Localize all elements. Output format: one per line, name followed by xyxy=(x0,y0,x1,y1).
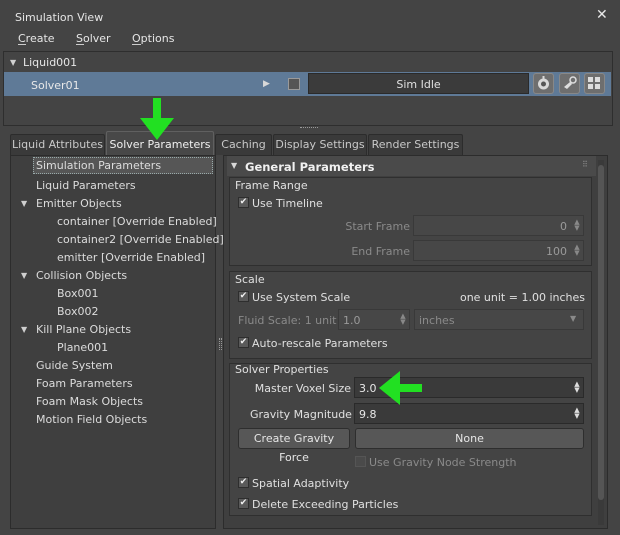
list-item-guide-system[interactable]: Guide System xyxy=(36,359,113,372)
expand-arrow-icon[interactable]: ▼ xyxy=(10,58,16,67)
auto-rescale-checkbox[interactable]: ✔ xyxy=(238,337,249,348)
gravity-magnitude-value: 9.8 xyxy=(359,408,377,421)
chevron-down-icon[interactable]: ▼ xyxy=(570,314,576,323)
list-item-container[interactable]: container [Override Enabled] xyxy=(57,215,217,228)
tree-item-liquid[interactable]: Liquid001 xyxy=(23,56,77,69)
use-gravity-node-strength-checkbox[interactable] xyxy=(355,456,366,467)
expand-arrow-icon[interactable]: ▼ xyxy=(21,325,27,334)
list-item-simulation-parameters[interactable]: Simulation Parameters xyxy=(33,157,213,174)
group-title: Scale xyxy=(235,273,265,286)
droplet-icon[interactable] xyxy=(533,73,554,94)
start-frame-label: Start Frame xyxy=(345,220,410,233)
gravity-magnitude-label: Gravity Magnitude xyxy=(250,408,352,421)
spinner-arrows-icon[interactable]: ▲ ▼ xyxy=(573,407,581,420)
wrench-icon[interactable] xyxy=(559,73,580,94)
checkbox-label: Use System Scale xyxy=(252,291,351,304)
grid-icon[interactable] xyxy=(584,73,605,94)
mnemonic-underline xyxy=(132,44,141,45)
annotation-arrow-left-icon xyxy=(378,370,424,409)
tab-caching[interactable]: Caching xyxy=(215,134,272,155)
close-icon[interactable]: ✕ xyxy=(596,8,608,22)
spatial-adaptivity-checkbox[interactable]: ✔ xyxy=(238,477,249,488)
fluid-scale-label: Fluid Scale: 1 unit = xyxy=(238,314,350,327)
checkbox-label: Use Gravity Node Strength xyxy=(369,456,517,469)
mnemonic-underline xyxy=(76,44,84,45)
group-title: Solver Properties xyxy=(235,363,329,376)
window-title: Simulation View xyxy=(15,11,104,24)
group-title: Frame Range xyxy=(235,179,308,192)
list-item-emitter-objects[interactable]: Emitter Objects xyxy=(36,197,122,210)
panel-splitter-handle[interactable] xyxy=(300,127,318,129)
list-item-liquid-parameters[interactable]: Liquid Parameters xyxy=(36,179,136,192)
spinner-arrows-icon[interactable]: ▲ ▼ xyxy=(573,219,581,232)
checkbox-label: Delete Exceeding Particles xyxy=(252,498,399,511)
sim-status-text: Sim Idle xyxy=(396,78,441,91)
checkbox-label: Spatial Adaptivity xyxy=(252,477,350,490)
solver-enable-checkbox[interactable] xyxy=(288,78,300,90)
spinner-arrows-icon[interactable]: ▲ ▼ xyxy=(573,244,581,257)
list-item-box002[interactable]: Box002 xyxy=(57,305,98,318)
use-timeline-checkbox[interactable]: ✔ xyxy=(238,197,249,208)
units-value: inches xyxy=(419,314,455,327)
expand-arrow-icon[interactable]: ▼ xyxy=(21,271,27,280)
play-icon[interactable]: ▶ xyxy=(263,79,270,89)
expand-arrow-icon[interactable]: ▼ xyxy=(21,199,27,208)
list-item-foam-parameters[interactable]: Foam Parameters xyxy=(36,377,133,390)
system-unit-text: one unit = 1.00 inches xyxy=(459,291,585,304)
create-gravity-force-button[interactable]: Create Gravity Force xyxy=(238,428,350,464)
tab-render-settings[interactable]: Render Settings xyxy=(368,134,463,155)
fluid-scale-value: 1.0 xyxy=(343,314,361,327)
tab-display-settings[interactable]: Display Settings xyxy=(273,134,367,155)
collapse-arrow-icon[interactable]: ▼ xyxy=(231,161,237,170)
rollout-title: General Parameters xyxy=(245,160,375,174)
parameter-list-panel xyxy=(10,155,216,529)
checkbox-label: Auto-rescale Parameters xyxy=(252,337,388,350)
list-item-collision-objects[interactable]: Collision Objects xyxy=(36,269,127,282)
list-item-emitter[interactable]: emitter [Override Enabled] xyxy=(57,251,205,264)
list-item-motion-field-objects[interactable]: Motion Field Objects xyxy=(36,413,147,426)
delete-exceeding-particles-checkbox[interactable]: ✔ xyxy=(238,498,249,509)
list-item-box001[interactable]: Box001 xyxy=(57,287,98,300)
use-system-scale-checkbox[interactable]: ✔ xyxy=(238,291,249,302)
annotation-arrow-down-icon xyxy=(138,98,176,145)
gravity-node-picker-button[interactable]: None xyxy=(355,428,584,449)
tree-item-solver-label: Solver01 xyxy=(31,79,80,92)
checkbox-label: Use Timeline xyxy=(252,197,323,210)
voxel-size-label: Master Voxel Size xyxy=(254,382,351,395)
start-frame-value: 0 xyxy=(560,220,567,233)
spinner-arrows-icon[interactable]: ▲ ▼ xyxy=(399,313,407,326)
list-item-kill-plane-objects[interactable]: Kill Plane Objects xyxy=(36,323,131,336)
spinner-arrows-icon[interactable]: ▲ ▼ xyxy=(573,381,581,394)
scrollbar-thumb[interactable] xyxy=(598,165,604,500)
list-item-container2[interactable]: container2 [Override Enabled] xyxy=(57,233,224,246)
end-frame-value: 100 xyxy=(546,245,567,258)
tab-liquid-attributes[interactable]: Liquid Attributes xyxy=(10,134,105,155)
vertical-splitter-handle[interactable] xyxy=(219,338,222,350)
list-item-plane001[interactable]: Plane001 xyxy=(57,341,108,354)
list-item-foam-mask-objects[interactable]: Foam Mask Objects xyxy=(36,395,143,408)
voxel-size-value: 3.0 xyxy=(359,382,377,395)
end-frame-label: End Frame xyxy=(351,245,410,258)
mnemonic-underline xyxy=(18,44,26,45)
grip-icon[interactable]: ⠿ xyxy=(582,160,588,169)
